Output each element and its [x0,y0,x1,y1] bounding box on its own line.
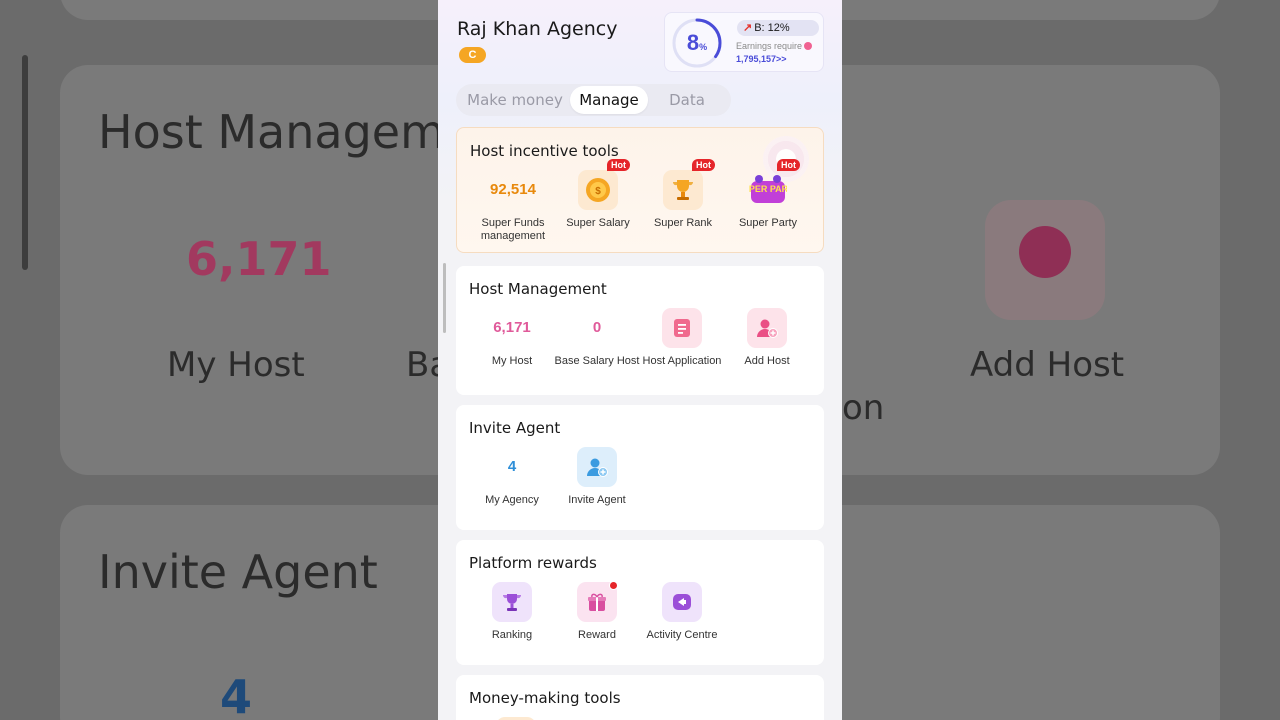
base-salary-host-label: Base Salary Host [554,355,640,367]
base-salary-host-value: 0 [592,319,602,336]
hot-badge: Hot [692,159,715,171]
phone-screen: Raj Khan Agency C 8% ↗ B: 12% Earnings re… [438,0,842,720]
trophy-icon: Hot [663,159,715,210]
bg-agency-count: 4 [220,670,253,720]
super-funds-label: Super Funds management [480,217,546,242]
my-host-item[interactable]: 6,171 My Host [469,308,555,368]
my-agency-value: 4 [507,458,517,475]
activity-centre-label: Activity Centre [646,629,718,641]
agency-name: Raj Khan Agency [457,18,618,40]
host-application-label: Host Application [642,355,722,367]
host-incentive-card: Host incentive tools 92,514 Super Funds … [456,127,824,253]
earnings-require-value[interactable]: 1,795,157>> [736,54,787,64]
info-dot-icon [804,42,813,50]
up-arrow-icon: ↗ [743,22,753,34]
bg-application: on [842,388,885,428]
super-party-icon: SUPER PARTY Hot [748,159,800,210]
host-incentive-title: Host incentive tools [470,142,619,160]
super-rank-item[interactable]: Hot Super Rank [640,159,726,230]
platform-rewards-card: Platform rewards Ranking Reward Activity… [456,540,824,665]
super-salary-item[interactable]: $ Hot Super Salary [555,159,641,230]
hot-badge: Hot [777,159,800,171]
money-tools-card: Money-making tools [456,675,824,720]
super-party-item[interactable]: SUPER PARTY Hot Super Party [725,159,811,230]
bg-host-count: 6,171 [186,232,332,286]
header: Raj Khan Agency C [457,18,618,63]
host-management-card: Host Management 6,171 My Host 0 Base Sal… [456,266,824,395]
ranking-item[interactable]: Ranking [469,582,555,642]
add-host-item[interactable]: Add Host [724,308,810,368]
tab-data[interactable]: Data [654,86,720,114]
bg-title-invite: Invite Agent [98,545,378,599]
invite-agent-title: Invite Agent [469,419,561,437]
earnings-percent: 8% [686,30,708,55]
agency-level-badge: C [459,47,486,63]
trophy-icon [492,582,532,622]
add-host-label: Add Host [744,355,790,367]
reward-label: Reward [578,629,616,641]
invite-agent-icon [577,447,617,487]
bg-add-host: Add Host [970,345,1125,385]
gift-icon [577,581,618,622]
invite-agent-item[interactable]: Invite Agent [554,447,640,507]
bg-scrollbar [22,55,28,270]
svg-text:$: $ [595,186,601,197]
base-salary-host-item[interactable]: 0 Base Salary Host [554,308,640,368]
bg-add-host-icon [985,200,1105,320]
notification-dot [609,581,618,590]
b-rate-pill: ↗ B: 12% [737,20,819,36]
earnings-require: Earnings require [736,41,813,51]
document-icon [662,308,702,348]
coin-icon: $ Hot [578,159,630,210]
tab-bar: Make money Manage Data [456,84,731,116]
money-tools-title: Money-making tools [469,689,621,707]
host-management-title: Host Management [469,280,607,298]
invite-agent-card: Invite Agent 4 My Agency Invite Agent [456,405,824,530]
my-host-label: My Host [491,355,533,367]
megaphone-icon [662,582,702,622]
svg-text:SUPER PARTY: SUPER PARTY [749,184,787,194]
invite-agent-label: Invite Agent [568,494,626,506]
my-host-value: 6,171 [493,319,531,336]
reward-item[interactable]: Reward [554,581,640,642]
super-funds-value: 92,514 [490,181,536,198]
my-agency-item[interactable]: 4 My Agency [469,447,555,507]
tab-manage[interactable]: Manage [570,86,648,114]
hot-badge: Hot [607,159,630,171]
super-party-label: Super Party [738,217,798,229]
platform-rewards-title: Platform rewards [469,554,597,572]
scrollbar[interactable] [443,263,446,333]
my-agency-label: My Agency [485,494,539,506]
super-rank-label: Super Rank [653,217,713,229]
host-application-item[interactable]: Host Application [639,308,725,368]
super-funds-item[interactable]: 92,514 Super Funds management [470,170,556,243]
earnings-card[interactable]: 8% ↗ B: 12% Earnings require 1,795,157>> [664,12,824,72]
activity-centre-item[interactable]: Activity Centre [639,582,725,642]
ranking-label: Ranking [491,629,533,641]
super-salary-label: Super Salary [566,217,630,229]
tab-make-money[interactable]: Make money [460,86,570,114]
bg-title-host: Host Managem [98,105,445,159]
bg-my-host: My Host [167,345,305,385]
add-user-icon [747,308,787,348]
